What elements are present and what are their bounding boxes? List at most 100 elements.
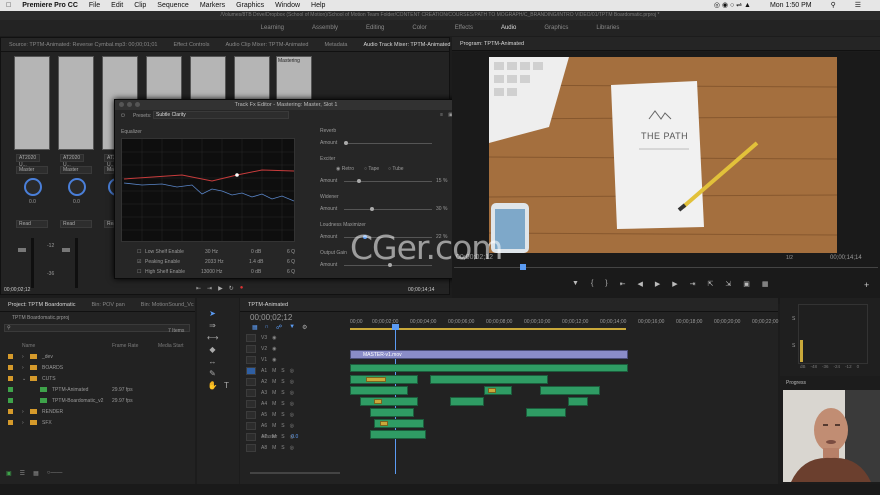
volume-fader[interactable] [62,248,70,252]
play-icon[interactable]: ▶ [655,280,660,292]
column-frame-rate[interactable]: Frame Rate [112,343,138,349]
wrench-icon[interactable]: ⚙ [302,324,307,332]
tab-audio-clip-mixer[interactable]: Audio Clip Mixer: TPTM-Animated [217,42,316,48]
pan-value[interactable]: 0.0 [73,199,80,205]
audio-clip-label[interactable] [374,399,382,404]
pan-knob[interactable] [24,178,42,196]
ripple-edit-icon[interactable]: ⟷ [207,332,218,343]
track-target[interactable] [246,377,256,386]
widener-slider[interactable] [344,207,432,211]
track-target[interactable] [246,421,256,430]
reverb-slider[interactable] [344,141,432,145]
tab-bin-pov[interactable]: Bin: POV pan [83,302,132,308]
column-name[interactable]: Name [22,343,35,349]
audio-clip-label[interactable] [366,377,386,382]
track-target[interactable] [246,388,256,397]
exciter-slider[interactable] [344,179,432,183]
track-target[interactable] [246,333,256,342]
mute-toggle[interactable]: M [272,445,276,451]
menu-edit[interactable]: Edit [111,2,123,9]
eye-icon[interactable]: ◉ [272,335,276,341]
solo-toggle[interactable]: S [281,401,284,407]
solo-toggle[interactable]: S [281,368,284,374]
volume-fader[interactable] [18,248,26,252]
audio-clip[interactable] [370,408,414,417]
pan-knob[interactable] [68,178,86,196]
expand-icon[interactable]: › [22,365,24,371]
list-item[interactable]: ⌄ CUTS [0,373,195,384]
exciter-mode-tube[interactable]: ○ Tube [388,166,404,172]
exciter-thumb[interactable] [357,179,361,183]
pen-tool-icon[interactable]: ✎ [207,368,218,379]
power-icon[interactable]: ⏻ [121,113,125,119]
presets-dropdown[interactable]: Subtle Clarity [153,111,289,119]
fx-slot-strip[interactable] [146,56,182,100]
menu-help[interactable]: Help [311,2,325,9]
menu-file[interactable]: File [89,2,100,9]
eq-graph[interactable] [121,138,295,242]
checkbox-high-shelf[interactable]: ☐ [137,269,141,275]
list-view-icon[interactable]: ☰ [20,470,25,478]
checkbox-peaking[interactable]: ☑ [137,259,141,265]
tab-audio-track-mixer[interactable]: Audio Track Mixer: TPTM-Animated [355,42,458,48]
menu-sequence[interactable]: Sequence [157,2,189,9]
mic-icon[interactable]: ◎ [290,390,294,396]
expand-icon[interactable]: › [22,420,24,426]
marker-icon[interactable]: ▼ [289,324,295,332]
channel-output[interactable]: Master [60,166,92,174]
play-icon[interactable]: ▶ [218,285,223,295]
fx-slot-strip[interactable] [58,56,94,150]
tab-project[interactable]: Project: TPTM Boardomatic [0,302,83,308]
audio-clip[interactable] [370,430,426,439]
automation-mode[interactable]: Read [60,220,92,228]
mute-toggle[interactable]: M [272,390,276,396]
solo-label[interactable]: S [792,316,795,322]
hand-tool-icon[interactable]: ✋ [207,380,218,391]
camera-icon[interactable]: ▣ [743,280,750,292]
workspace-learning[interactable]: Learning [247,20,298,36]
playhead-handle[interactable] [392,324,399,330]
solo-toggle[interactable]: S [281,412,284,418]
peaking-q[interactable]: 6 Q [287,259,295,265]
list-item[interactable]: › BOARDS [0,362,195,373]
mic-icon[interactable]: ◎ [290,423,294,429]
menu-graphics[interactable]: Graphics [236,2,264,9]
goto-in-icon[interactable]: ⇤ [196,285,201,295]
app-menu[interactable]: Premiere Pro CC [22,2,78,9]
program-playhead[interactable] [520,264,526,270]
track-target[interactable] [246,366,256,375]
apple-icon[interactable]:  [6,2,11,9]
widener-thumb[interactable] [370,207,374,211]
record-icon[interactable]: ● [240,285,244,295]
solo-toggle[interactable]: S [281,379,284,385]
button-editor-icon[interactable]: ▦ [762,280,769,292]
audio-clip[interactable] [568,397,588,406]
workspace-effects[interactable]: Effects [441,20,487,36]
fx-slot-strip-master[interactable]: Mastering [276,56,312,100]
timeline-zoom[interactable] [250,470,340,476]
track-target[interactable] [246,443,256,452]
status-icons[interactable]: ◎ ◉ ○ ⇌ ▲ [714,1,751,9]
mic-icon[interactable]: ◎ [290,412,294,418]
high-shelf-q[interactable]: 6 Q [287,269,295,275]
exciter-mode-tape[interactable]: ○ Tape [364,166,379,172]
project-search-input[interactable]: ⚲ [4,324,190,332]
audio-clip[interactable] [526,408,566,417]
time-ruler[interactable]: 00;00 00;00;02;00 00;00;04;00 00;00;06;0… [350,318,778,330]
window-controls[interactable] [119,102,140,107]
high-shelf-hz[interactable]: 13000 Hz [201,269,222,275]
audio-clip[interactable] [350,364,628,372]
timeline-timecode[interactable]: 00;00;02;12 [250,313,292,322]
menu-window[interactable]: Window [275,2,300,9]
low-shelf-q[interactable]: 6 Q [287,249,295,255]
tab-metadata[interactable]: Metadata [317,42,356,48]
tab-effect-controls[interactable]: Effect Controls [165,42,217,48]
audio-clip[interactable] [360,397,418,406]
mic-icon[interactable]: ◎ [290,368,294,374]
snap-icon[interactable]: ∩ [265,324,269,332]
lift-icon[interactable]: ⇱ [708,280,714,292]
type-tool-icon[interactable]: T [221,380,232,391]
tab-source[interactable]: Source: TPTM-Animated: Reverse Cymbal.mp… [1,42,165,48]
pan-value[interactable]: 0.0 [29,199,36,205]
channel-output[interactable]: Master [104,166,122,174]
